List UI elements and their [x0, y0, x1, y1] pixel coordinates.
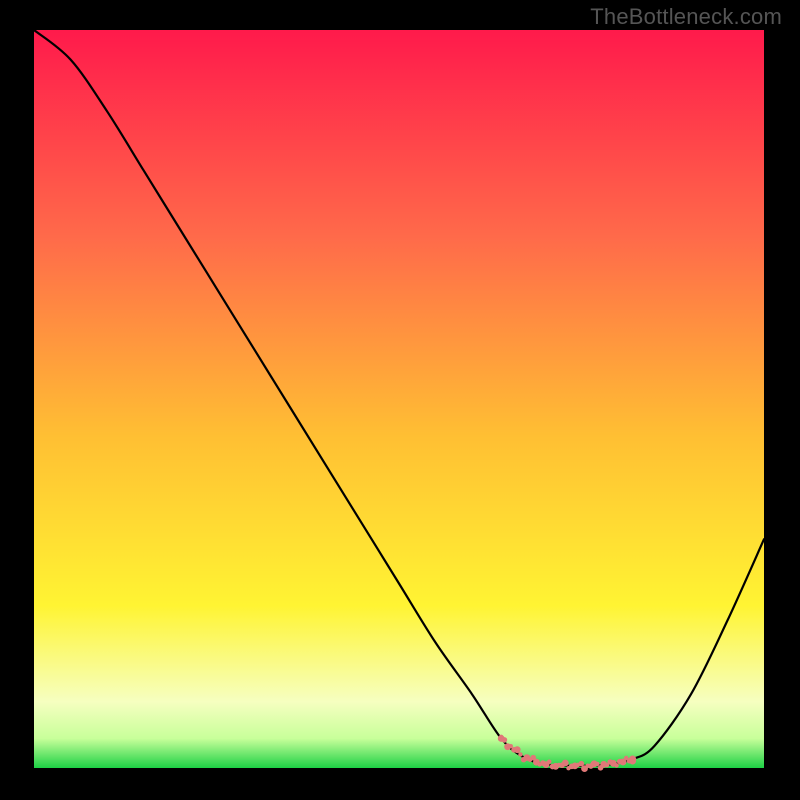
- optimal-dot: [547, 760, 551, 764]
- optimal-dot: [614, 763, 618, 767]
- optimal-dot-end: [498, 735, 505, 742]
- plot-area: [34, 30, 764, 768]
- optimal-dot: [514, 746, 521, 753]
- chart-stage: TheBottleneck.com: [0, 0, 800, 800]
- optimal-dot: [562, 760, 569, 767]
- optimal-dot: [595, 762, 599, 766]
- bottleneck-chart: [0, 0, 800, 800]
- optimal-dot: [518, 752, 522, 756]
- optimal-dot-end: [629, 756, 636, 763]
